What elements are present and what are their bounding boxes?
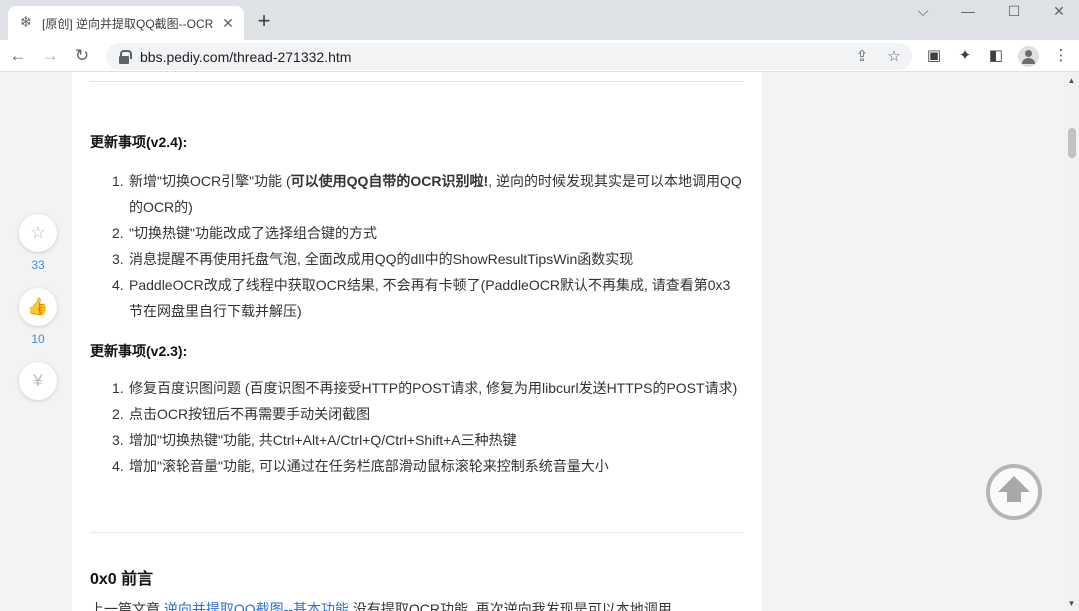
tab-close-icon[interactable]: ✕ xyxy=(220,15,236,31)
tab-active[interactable]: ❄ [原创] 逆向并提取QQ截图--OCR ✕ xyxy=(8,6,244,40)
extension-app-icon[interactable]: ▣ xyxy=(923,45,945,67)
close-window-button[interactable]: ✕ xyxy=(1036,0,1079,24)
minimize-button[interactable]: — xyxy=(945,0,991,24)
url-text[interactable]: bbs.pediy.com/thread-271332.htm xyxy=(140,49,351,65)
list-item: 1. 修复百度识图问题 (百度识图不再接受HTTP的POST请求, 修复为用li… xyxy=(112,380,738,396)
new-tab-button[interactable]: + xyxy=(252,10,276,34)
page-scrollbar[interactable]: ▲ ▼ xyxy=(1064,72,1079,611)
menu-kebab-icon[interactable]: ⋮ xyxy=(1050,45,1072,67)
list-item: 1. 新增"切换OCR引擎"功能 (可以使用QQ自带的OCR识别啦!, 逆向的时… xyxy=(112,173,742,215)
reload-icon[interactable]: ↻ xyxy=(70,44,94,68)
scroll-down-arrow-icon[interactable]: ▼ xyxy=(1064,599,1079,609)
preface-paragraph: 上一篇文章 逆向并提取QQ截图--基本功能 没有提取OCR功能, 再次逆向我发现… xyxy=(90,599,672,611)
scroll-up-arrow-icon[interactable]: ▲ xyxy=(1064,76,1079,86)
list-v24: 1. 新增"切换OCR引擎"功能 (可以使用QQ自带的OCR识别啦!, 逆向的时… xyxy=(112,168,742,324)
extensions-puzzle-icon[interactable]: ✦ xyxy=(954,45,976,67)
forward-arrow-icon[interactable]: → xyxy=(38,44,62,68)
like-count: 10 xyxy=(31,332,45,346)
profile-avatar-icon[interactable] xyxy=(1018,46,1039,67)
list-item: 3. 增加"切换热键"功能, 共Ctrl+Alt+A/Ctrl+Q/Ctrl+S… xyxy=(112,432,517,448)
favorite-count: 33 xyxy=(31,258,45,272)
back-arrow-icon[interactable]: ← xyxy=(6,44,30,68)
favorite-star-icon[interactable]: ☆ xyxy=(19,214,57,252)
section-heading-v23: 更新事项(v2.3): xyxy=(90,343,188,359)
list-item: 3. 消息提醒不再使用托盘气泡, 全面改成用QQ的dll中的ShowResult… xyxy=(112,251,634,267)
previous-article-link[interactable]: 逆向并提取QQ截图--基本功能 xyxy=(164,601,349,611)
list-item: 4. 增加"滚轮音量"功能, 可以通过在任务栏底部滑动鼠标滚轮来控制系统音量大小 xyxy=(112,458,609,474)
like-thumb-icon[interactable]: 👍 xyxy=(19,288,57,326)
tab-strip: ❄ [原创] 逆向并提取QQ截图--OCR ✕ + ⌵ — ☐ ✕ xyxy=(0,0,1079,40)
list-v23: 1. 修复百度识图问题 (百度识图不再接受HTTP的POST请求, 修复为用li… xyxy=(112,375,742,479)
list-item: 2. 点击OCR按钮后不再需要手动关闭截图 xyxy=(112,406,371,422)
scroll-to-top-button[interactable] xyxy=(986,464,1042,520)
scrollbar-thumb[interactable] xyxy=(1068,128,1076,158)
share-icon[interactable]: ⇪ xyxy=(852,47,872,67)
article-content: 更新事项(v2.4): 1. 新增"切换OCR引擎"功能 (可以使用QQ自带的O… xyxy=(72,72,762,611)
browser-toolbar: ← → ↻ bbs.pediy.com/thread-271332.htm ⇪ … xyxy=(0,40,1079,72)
preface-heading: 0x0 前言 xyxy=(90,571,154,588)
divider xyxy=(90,81,744,82)
bookmark-star-icon[interactable]: ☆ xyxy=(884,47,904,67)
divider xyxy=(90,532,744,533)
page-viewport: ☆ 33 👍 10 ¥ 更新事项(v2.4): 1. 新增"切换OCR引擎"功能… xyxy=(0,72,1079,611)
list-item: 2. "切换热键"功能改成了选择组合键的方式 xyxy=(112,225,377,241)
tip-yen-icon[interactable]: ¥ xyxy=(19,362,57,400)
tab-title: [原创] 逆向并提取QQ截图--OCR xyxy=(42,16,214,31)
snowflake-icon: ❄ xyxy=(19,14,33,31)
tab-search-icon[interactable]: ⌵ xyxy=(900,0,946,24)
list-item: 4. PaddleOCR改成了线程中获取OCR结果, 不会再有卡顿了(Paddl… xyxy=(112,277,731,319)
side-panel-icon[interactable]: ◧ xyxy=(985,45,1007,67)
address-bar[interactable]: bbs.pediy.com/thread-271332.htm ⇪ ☆ xyxy=(106,43,912,70)
maximize-button[interactable]: ☐ xyxy=(991,0,1037,24)
lock-icon[interactable] xyxy=(118,49,132,64)
section-heading-v24: 更新事项(v2.4): xyxy=(90,134,188,150)
